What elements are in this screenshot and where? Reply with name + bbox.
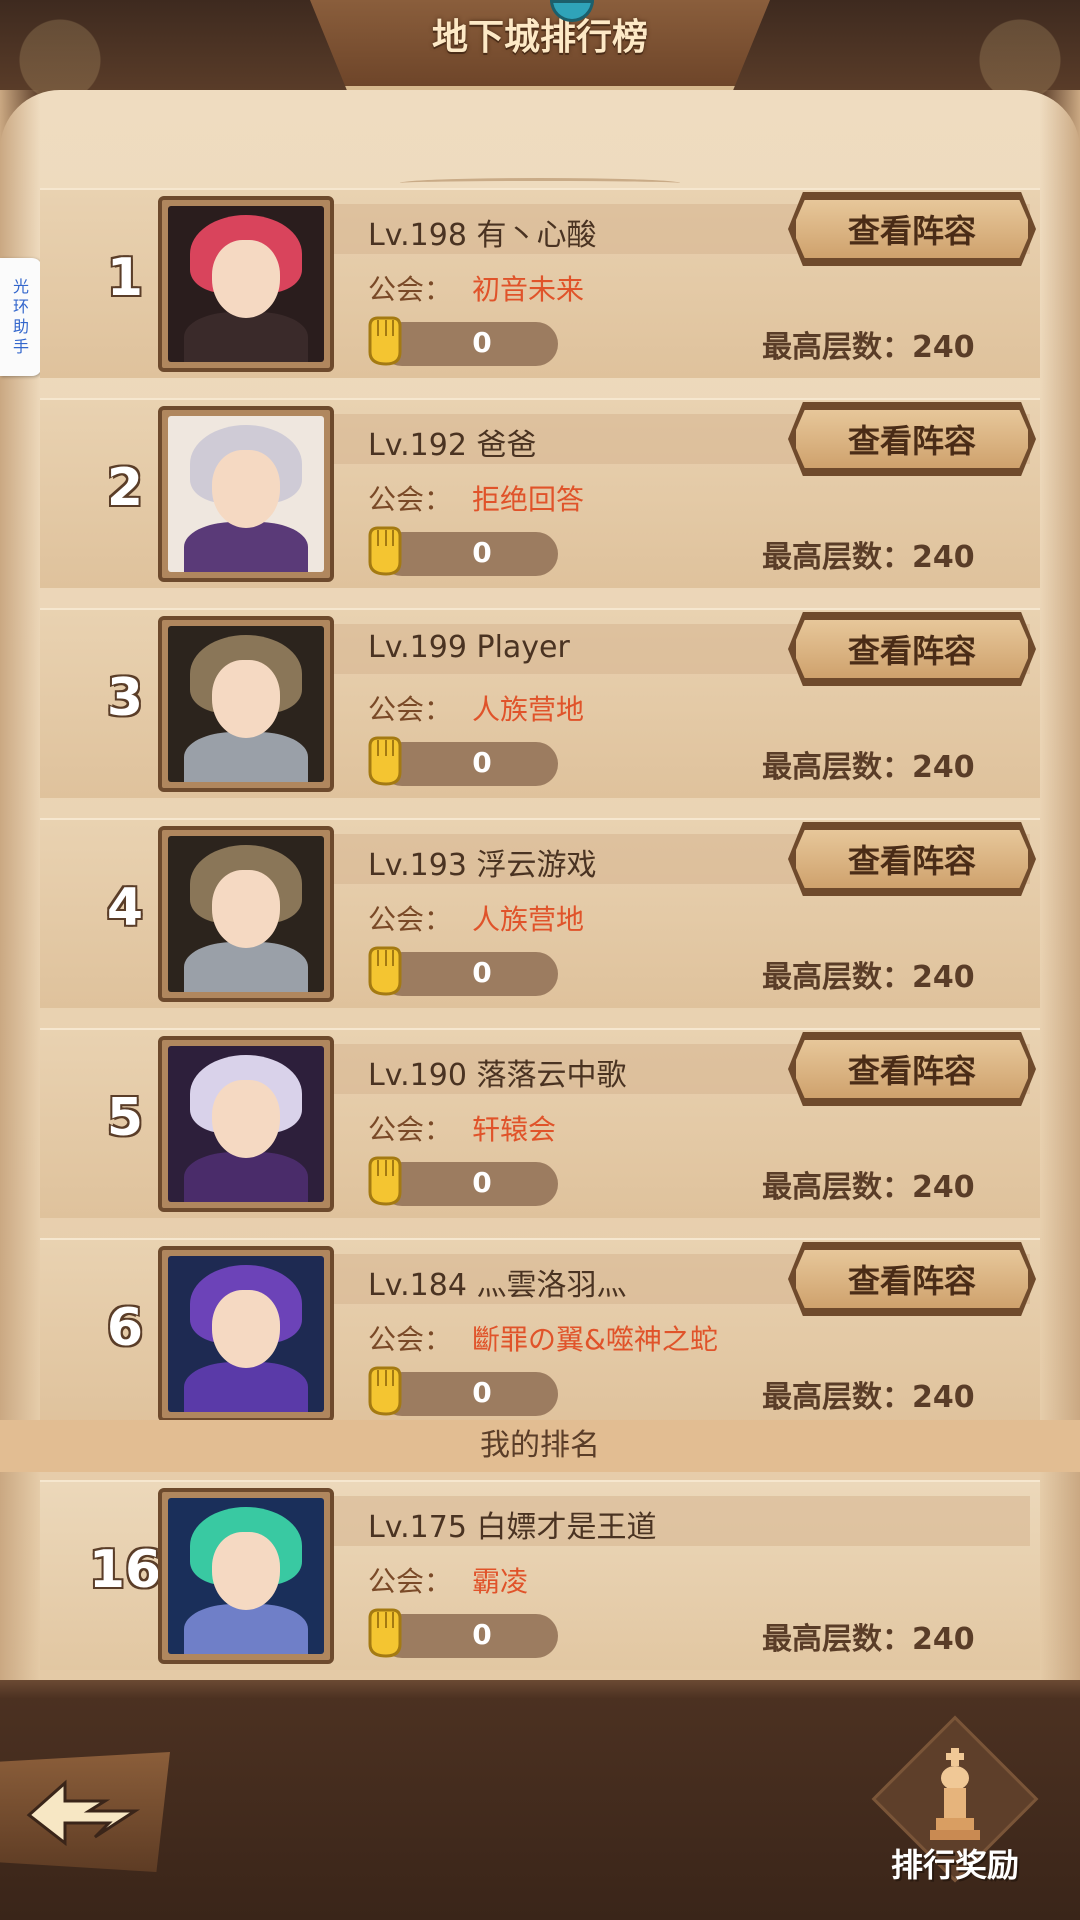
guild-label: 公会： bbox=[368, 483, 453, 516]
max-floor-label: 最高层数： bbox=[762, 750, 912, 785]
max-floor-value: 240 bbox=[912, 960, 975, 995]
guild-label: 公会： bbox=[368, 1565, 453, 1598]
player-name: Lv.198 有丶心酸 bbox=[368, 218, 597, 253]
fist-like-icon[interactable] bbox=[362, 732, 406, 788]
fist-like-icon[interactable] bbox=[362, 522, 406, 578]
max-floor: 最高层数：240 bbox=[762, 952, 975, 996]
leaderboard-row: 2 Lv.192 爸爸 公会： 拒绝回答 0 查看阵容 最高层数：240 bbox=[40, 398, 1040, 588]
fist-like-icon[interactable] bbox=[362, 1362, 406, 1418]
player-avatar[interactable] bbox=[158, 826, 334, 1002]
view-lineup-button[interactable]: 查看阵容 bbox=[792, 1246, 1032, 1312]
helper-tab-label: 光环助手 bbox=[12, 277, 29, 356]
player-name: Lv.199 Player bbox=[368, 630, 570, 665]
guild-name: 霸凌 bbox=[472, 1565, 529, 1598]
guild-label: 公会： bbox=[368, 903, 453, 936]
view-lineup-button[interactable]: 查看阵容 bbox=[792, 1036, 1032, 1102]
max-floor: 最高层数：240 bbox=[762, 1614, 975, 1658]
like-count: 0 bbox=[472, 536, 492, 569]
view-lineup-button[interactable]: 查看阵容 bbox=[792, 826, 1032, 892]
fist-like-icon[interactable] bbox=[362, 1604, 406, 1660]
like-count: 0 bbox=[472, 746, 492, 779]
purple-hooded-mage-icon bbox=[168, 1256, 324, 1412]
hooded-knight-icon bbox=[168, 836, 324, 992]
max-floor-label: 最高层数： bbox=[762, 1380, 912, 1415]
max-floor-label: 最高层数： bbox=[762, 960, 912, 995]
max-floor-value: 240 bbox=[912, 330, 975, 365]
max-floor: 最高层数：240 bbox=[762, 532, 975, 576]
max-floor-value: 240 bbox=[912, 1170, 975, 1205]
max-floor-label: 最高层数： bbox=[762, 1622, 912, 1657]
fist-like-icon[interactable] bbox=[362, 1152, 406, 1208]
max-floor-label: 最高层数： bbox=[762, 540, 912, 575]
player-avatar[interactable] bbox=[158, 196, 334, 372]
fist-like-icon[interactable] bbox=[362, 942, 406, 998]
player-avatar[interactable] bbox=[158, 1246, 334, 1422]
player-avatar[interactable] bbox=[158, 1488, 334, 1664]
view-lineup-button[interactable]: 查看阵容 bbox=[792, 196, 1032, 262]
guild-label: 公会： bbox=[368, 273, 453, 306]
back-arrow-icon bbox=[26, 1779, 141, 1847]
guild-name: 人族营地 bbox=[472, 903, 585, 936]
back-button[interactable] bbox=[0, 1752, 170, 1872]
player-avatar[interactable] bbox=[158, 616, 334, 792]
green-haired-cyber-girl-icon bbox=[168, 1498, 324, 1654]
player-name: Lv.184 灬雲洛羽灬 bbox=[368, 1268, 627, 1303]
like-count: 0 bbox=[472, 326, 492, 359]
page-title: 地下城排行榜 bbox=[431, 17, 648, 58]
like-count: 0 bbox=[472, 1166, 492, 1199]
player-name: Lv.193 浮云游戏 bbox=[368, 848, 597, 883]
guild-label: 公会： bbox=[368, 1113, 453, 1146]
guild-name: 轩辕会 bbox=[472, 1113, 557, 1146]
player-name: Lv.175 白嫖才是王道 bbox=[368, 1510, 657, 1545]
view-lineup-button[interactable]: 查看阵容 bbox=[792, 616, 1032, 682]
player-avatar[interactable] bbox=[158, 1036, 334, 1212]
leaderboard-row: 6 Lv.184 灬雲洛羽灬 公会： 斷罪の翼&噬神之蛇 0 查看阵容 最高层数… bbox=[40, 1238, 1040, 1428]
guild-name: 拒绝回答 bbox=[472, 483, 585, 516]
max-floor: 最高层数：240 bbox=[762, 742, 975, 786]
leaderboard-row: 4 Lv.193 浮云游戏 公会： 人族营地 0 查看阵容 最高层数：240 bbox=[40, 818, 1040, 1008]
max-floor: 最高层数：240 bbox=[762, 1372, 975, 1416]
rank-reward-label: 排行奖励 bbox=[890, 1846, 1019, 1884]
max-floor-value: 240 bbox=[912, 1380, 975, 1415]
like-count: 0 bbox=[472, 1618, 492, 1651]
guild-name: 斷罪の翼&噬神之蛇 bbox=[472, 1323, 718, 1356]
view-lineup-button[interactable]: 查看阵容 bbox=[792, 406, 1032, 472]
guild-name: 人族营地 bbox=[472, 693, 585, 726]
hooded-knight-icon bbox=[168, 626, 324, 782]
guild-name: 初音未来 bbox=[472, 273, 585, 306]
leaderboard-row: 1 Lv.198 有丶心酸 公会： 初音未来 0 查看阵容 最高层数：240 bbox=[40, 188, 1040, 378]
max-floor-value: 240 bbox=[912, 750, 975, 785]
guild-label: 公会： bbox=[368, 1323, 453, 1356]
red-haired-elf-icon bbox=[168, 206, 324, 362]
player-avatar[interactable] bbox=[158, 406, 334, 582]
player-name: Lv.190 落落云中歌 bbox=[368, 1058, 627, 1093]
chess-king-icon bbox=[930, 1748, 980, 1840]
silver-haired-vampire-icon bbox=[168, 1046, 324, 1202]
max-floor-label: 最高层数： bbox=[762, 1170, 912, 1205]
horned-beast-icon bbox=[168, 416, 324, 572]
leaderboard-row: 5 Lv.190 落落云中歌 公会： 轩辕会 0 查看阵容 最高层数：240 bbox=[40, 1028, 1040, 1218]
leaderboard-row: 16 Lv.175 白嫖才是王道 公会： 霸凌 0 最高层数：240 bbox=[40, 1480, 1040, 1670]
player-name: Lv.192 爸爸 bbox=[368, 428, 537, 463]
max-floor: 最高层数：240 bbox=[762, 322, 975, 366]
guild-label: 公会： bbox=[368, 693, 453, 726]
like-count: 0 bbox=[472, 1376, 492, 1409]
title-ornament bbox=[400, 178, 680, 188]
max-floor: 最高层数：240 bbox=[762, 1162, 975, 1206]
max-floor-value: 240 bbox=[912, 540, 975, 575]
max-floor-label: 最高层数： bbox=[762, 330, 912, 365]
fist-like-icon[interactable] bbox=[362, 312, 406, 368]
helper-tab[interactable]: 光环助手 bbox=[0, 258, 42, 376]
max-floor-value: 240 bbox=[912, 1622, 975, 1657]
my-rank-header: 我的排名 bbox=[0, 1420, 1080, 1472]
leaderboard-row: 3 Lv.199 Player 公会： 人族营地 0 查看阵容 最高层数：240 bbox=[40, 608, 1040, 798]
like-count: 0 bbox=[472, 956, 492, 989]
